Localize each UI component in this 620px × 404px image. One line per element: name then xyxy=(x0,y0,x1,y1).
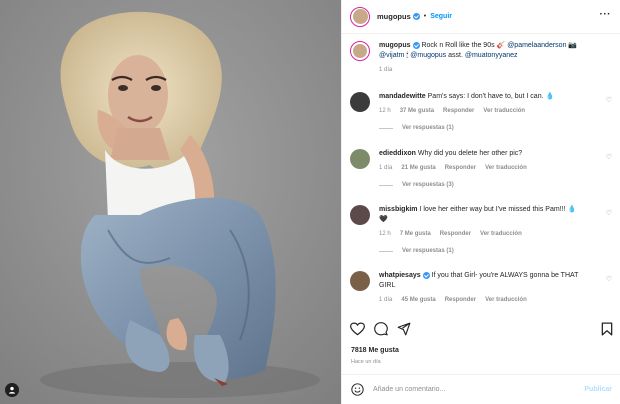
emoji-icon[interactable] xyxy=(351,383,364,396)
comment-text: If you that Girl- you're ALWAYS gonna be… xyxy=(429,272,579,279)
caption-body: mugopus Rock n Roll like the 90s 🎸 @pame… xyxy=(379,41,577,75)
comment-like-heart-icon[interactable]: ♡ xyxy=(606,96,612,104)
comment-avatar[interactable] xyxy=(350,271,370,291)
view-replies-label: Ver respuestas (1) xyxy=(402,125,454,131)
comment-meta: 1 día 45 Me gusta Responder Ver traducci… xyxy=(379,295,578,305)
view-replies-label: Ver respuestas (3) xyxy=(402,182,454,188)
publish-button[interactable]: Publicar xyxy=(584,386,612,393)
more-icon: ··· xyxy=(599,9,611,20)
translate-button[interactable]: Ver traducción xyxy=(483,106,525,116)
comment-avatar[interactable] xyxy=(350,149,370,169)
post-details-panel: mugopus • Seguir ··· mugopus Rock n Roll… xyxy=(341,0,620,404)
translate-button[interactable]: Ver traducción xyxy=(485,163,527,173)
comment-avatar[interactable] xyxy=(350,92,370,112)
comment-like-heart-icon[interactable]: ♡ xyxy=(606,275,612,283)
author-avatar[interactable] xyxy=(350,6,370,27)
comment-username[interactable]: mandadewitte xyxy=(379,93,426,100)
comment-username[interactable]: missbigkim xyxy=(379,206,418,213)
caption-text: asst. xyxy=(446,52,465,59)
comment-username[interactable]: whatpiesays xyxy=(379,272,421,279)
mention-link[interactable]: @pamelaanderson xyxy=(507,42,566,49)
comment-item: whatpiesays If you that Girl- you're ALW… xyxy=(350,271,612,305)
comment-time[interactable]: 12 h xyxy=(379,229,391,239)
comment-like-heart-icon[interactable]: ♡ xyxy=(606,153,612,161)
caption-avatar[interactable] xyxy=(350,41,370,61)
comment-likes[interactable]: 21 Me gusta xyxy=(401,163,435,173)
verified-icon xyxy=(412,13,420,20)
post-header: mugopus • Seguir ··· xyxy=(342,0,620,34)
post-caption: mugopus Rock n Roll like the 90s 🎸 @pame… xyxy=(350,41,612,75)
comment-text: I love her either way but I've missed th… xyxy=(417,206,577,213)
caption-text: 📷 xyxy=(566,42,578,49)
view-replies-button[interactable]: Ver respuestas (1) xyxy=(379,246,576,256)
comment-body: missbigkim I love her either way but I'v… xyxy=(379,205,576,256)
heart-icon[interactable] xyxy=(350,322,365,336)
mention-link[interactable]: @muatonyyanez xyxy=(465,52,518,59)
share-icon[interactable] xyxy=(397,322,411,336)
comment-body: whatpiesays If you that Girl- you're ALW… xyxy=(379,271,578,305)
comment-time[interactable]: 1 día xyxy=(379,163,392,173)
comment-username[interactable]: edieddixon xyxy=(379,150,416,157)
post-photo[interactable] xyxy=(0,0,341,404)
instagram-post-viewer: mugopus • Seguir ··· mugopus Rock n Roll… xyxy=(0,0,620,404)
caption-meta: 1 día xyxy=(379,65,577,75)
caption-time[interactable]: 1 día xyxy=(379,65,392,75)
translate-button[interactable]: Ver traducción xyxy=(480,229,522,239)
translate-button[interactable]: Ver traducción xyxy=(485,295,527,305)
caption-text: Rock n Roll like the 90s 🎸 xyxy=(419,42,508,49)
comment-item: edieddixon Why did you delete her other … xyxy=(350,149,612,190)
comment-input[interactable]: Añade un comentario... xyxy=(373,386,445,393)
photo-illustration xyxy=(0,0,341,404)
comment-text: GIRL xyxy=(379,282,396,289)
comment-avatar[interactable] xyxy=(350,205,370,225)
separator-dot: • xyxy=(423,13,427,20)
reply-button[interactable]: Responder xyxy=(445,295,476,305)
comment-meta: 12 h 37 Me gusta Responder Ver traducció… xyxy=(379,106,554,116)
comment-likes[interactable]: 37 Me gusta xyxy=(400,106,434,116)
reply-button[interactable]: Responder xyxy=(443,106,474,116)
add-comment-bar: Añade un comentario... Publicar xyxy=(342,374,620,404)
follow-button[interactable]: Seguir xyxy=(430,13,452,20)
comment-text: Pam's says: I don't have to, but I can. … xyxy=(425,93,555,100)
comment-meta: 1 día 21 Me gusta Responder Ver traducci… xyxy=(379,163,527,173)
reply-button[interactable]: Responder xyxy=(440,229,471,239)
comment-time[interactable]: 12 h xyxy=(379,106,391,116)
comment-item: mandadewitte Pam's says: I don't have to… xyxy=(350,92,612,133)
view-replies-button[interactable]: Ver respuestas (3) xyxy=(379,180,527,190)
comment-text: 🖤 xyxy=(379,216,388,223)
comment-likes[interactable]: 45 Me gusta xyxy=(401,295,435,305)
likes-count[interactable]: 7818 Me gusta xyxy=(351,347,399,354)
comment-item: missbigkim I love her either way but I'v… xyxy=(350,205,612,256)
comment-text: Why did you delete her other pic? xyxy=(415,150,523,157)
more-options-button[interactable]: ··· xyxy=(599,9,612,20)
post-timestamp[interactable]: Hace un día xyxy=(351,359,381,365)
mention-link[interactable]: @vijatm xyxy=(379,52,404,59)
user-tag-icon xyxy=(9,386,15,394)
mention-link[interactable]: @mugopus xyxy=(410,52,446,59)
verified-icon xyxy=(422,271,430,279)
view-replies-button[interactable]: Ver respuestas (1) xyxy=(379,123,554,133)
comment-likes[interactable]: 7 Me gusta xyxy=(400,229,431,239)
comment-body: edieddixon Why did you delete her other … xyxy=(379,149,527,190)
user-tag-button[interactable] xyxy=(5,383,19,397)
verified-icon xyxy=(412,41,420,49)
bookmark-icon[interactable] xyxy=(601,322,613,336)
reply-button[interactable]: Responder xyxy=(445,163,476,173)
author-username[interactable]: mugopus xyxy=(377,12,411,21)
view-replies-label: Ver respuestas (1) xyxy=(402,248,454,254)
post-actions xyxy=(350,322,613,338)
comment-icon[interactable] xyxy=(374,322,388,336)
comment-time[interactable]: 1 día xyxy=(379,295,392,305)
comment-like-heart-icon[interactable]: ♡ xyxy=(606,209,612,217)
comment-meta: 12 h 7 Me gusta Responder Ver traducción xyxy=(379,229,576,239)
caption-username[interactable]: mugopus xyxy=(379,42,411,49)
comment-body: mandadewitte Pam's says: I don't have to… xyxy=(379,92,554,133)
